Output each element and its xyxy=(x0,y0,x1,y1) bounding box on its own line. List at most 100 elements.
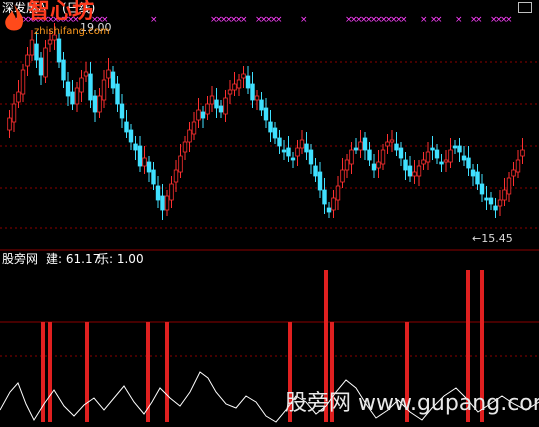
candle-body xyxy=(191,121,197,135)
candle-body xyxy=(317,171,323,191)
candle-body xyxy=(398,147,404,159)
low-price-label: ←15.45 xyxy=(472,232,513,245)
candle-body xyxy=(304,143,309,153)
candle-body xyxy=(259,99,264,111)
candle-body xyxy=(326,207,332,213)
signal-bar xyxy=(48,322,52,422)
candle-body xyxy=(412,171,417,177)
candle-body xyxy=(250,83,255,101)
candle-body xyxy=(11,103,17,123)
candle-body xyxy=(97,95,102,113)
candle-body xyxy=(43,47,48,78)
candle-body xyxy=(173,169,179,183)
candle-body xyxy=(88,73,93,101)
candle-body xyxy=(155,185,161,201)
signal-marker: × xyxy=(275,15,283,25)
candle-body xyxy=(497,199,503,207)
candle-body xyxy=(160,195,165,211)
candle-body xyxy=(119,103,125,119)
candle-body xyxy=(115,83,120,105)
candle-body xyxy=(47,39,53,45)
candle-body xyxy=(389,139,395,143)
candle-body xyxy=(403,159,408,171)
candle-body xyxy=(353,147,359,151)
candle-body xyxy=(416,165,422,177)
candle-body xyxy=(223,97,228,115)
candle-body xyxy=(281,149,287,153)
candle-body xyxy=(169,183,174,201)
candle-body xyxy=(70,91,75,105)
candle-body xyxy=(457,145,462,153)
candle-body xyxy=(16,91,21,103)
candle-body xyxy=(214,99,219,109)
candle-body xyxy=(466,157,471,169)
candle-body xyxy=(371,163,377,171)
chart-canvas[interactable]: ××××××××××× ××× × ××××××× ××××× × ××××××××××××… xyxy=(0,0,539,427)
candle-body xyxy=(272,127,278,139)
signal-marker: × xyxy=(300,15,308,25)
candle-body xyxy=(83,71,89,77)
candle-body xyxy=(407,165,413,177)
candle-body xyxy=(376,161,381,169)
candle-body xyxy=(502,189,507,201)
candle-body xyxy=(56,38,62,63)
candle-body xyxy=(394,143,399,151)
candle-body xyxy=(511,169,516,177)
candle-body xyxy=(106,69,111,79)
candle-body xyxy=(196,109,201,121)
candle-body xyxy=(362,137,368,151)
candle-body xyxy=(245,75,251,89)
candle-body xyxy=(425,151,431,163)
candle-body xyxy=(263,107,269,121)
candle-body xyxy=(218,105,224,113)
signal-marker: × xyxy=(240,15,248,25)
candle-body xyxy=(430,147,435,151)
candle-body xyxy=(25,54,30,67)
candle-body xyxy=(290,157,296,161)
candle-body xyxy=(385,141,390,147)
logo-subtext: zhishifang.com xyxy=(34,26,110,37)
candle-body xyxy=(484,197,489,201)
candle-body xyxy=(439,161,444,165)
candle-body xyxy=(358,141,363,151)
candle-body xyxy=(227,89,233,95)
flame-icon xyxy=(5,4,24,31)
candle-body xyxy=(340,169,345,183)
indicator-le-value: 乐: 1.00 xyxy=(97,252,144,266)
candle-body xyxy=(277,137,282,147)
candle-body xyxy=(232,83,237,91)
candle-body xyxy=(92,95,98,113)
watermark-site: 股旁网 www.gupang.com xyxy=(285,391,539,416)
candle-body xyxy=(461,155,467,161)
watermark-logo: 智心坊 zhishifang.com xyxy=(0,0,110,40)
candle-body xyxy=(452,145,458,149)
candle-body xyxy=(335,185,341,201)
candle-body xyxy=(110,71,116,89)
candle-body xyxy=(322,189,327,205)
candle-body xyxy=(209,95,215,105)
candle-body xyxy=(7,117,12,131)
candle-body xyxy=(448,149,453,163)
candle-body xyxy=(493,205,498,211)
candle-body xyxy=(164,195,170,211)
candle-body xyxy=(268,121,273,133)
candle-body xyxy=(331,197,336,211)
candle-body xyxy=(178,155,183,173)
candle-body xyxy=(295,147,300,157)
signal-bar xyxy=(146,322,150,422)
candle-body xyxy=(142,157,147,167)
indicator-jian-value: 建: 61.17 xyxy=(46,252,101,266)
window-restore-icon[interactable] xyxy=(518,2,532,13)
candle-body xyxy=(349,149,354,165)
candle-body xyxy=(367,149,372,161)
signal-marker: × xyxy=(455,15,463,25)
candle-body xyxy=(29,39,35,56)
candle-body xyxy=(443,159,449,163)
candle-body xyxy=(520,149,525,157)
signal-marker: × xyxy=(420,15,428,25)
candle-body xyxy=(128,129,134,143)
signal-marker: × xyxy=(435,15,443,25)
candle-body xyxy=(187,129,192,143)
candle-body xyxy=(74,87,80,105)
candle-body xyxy=(434,149,440,159)
